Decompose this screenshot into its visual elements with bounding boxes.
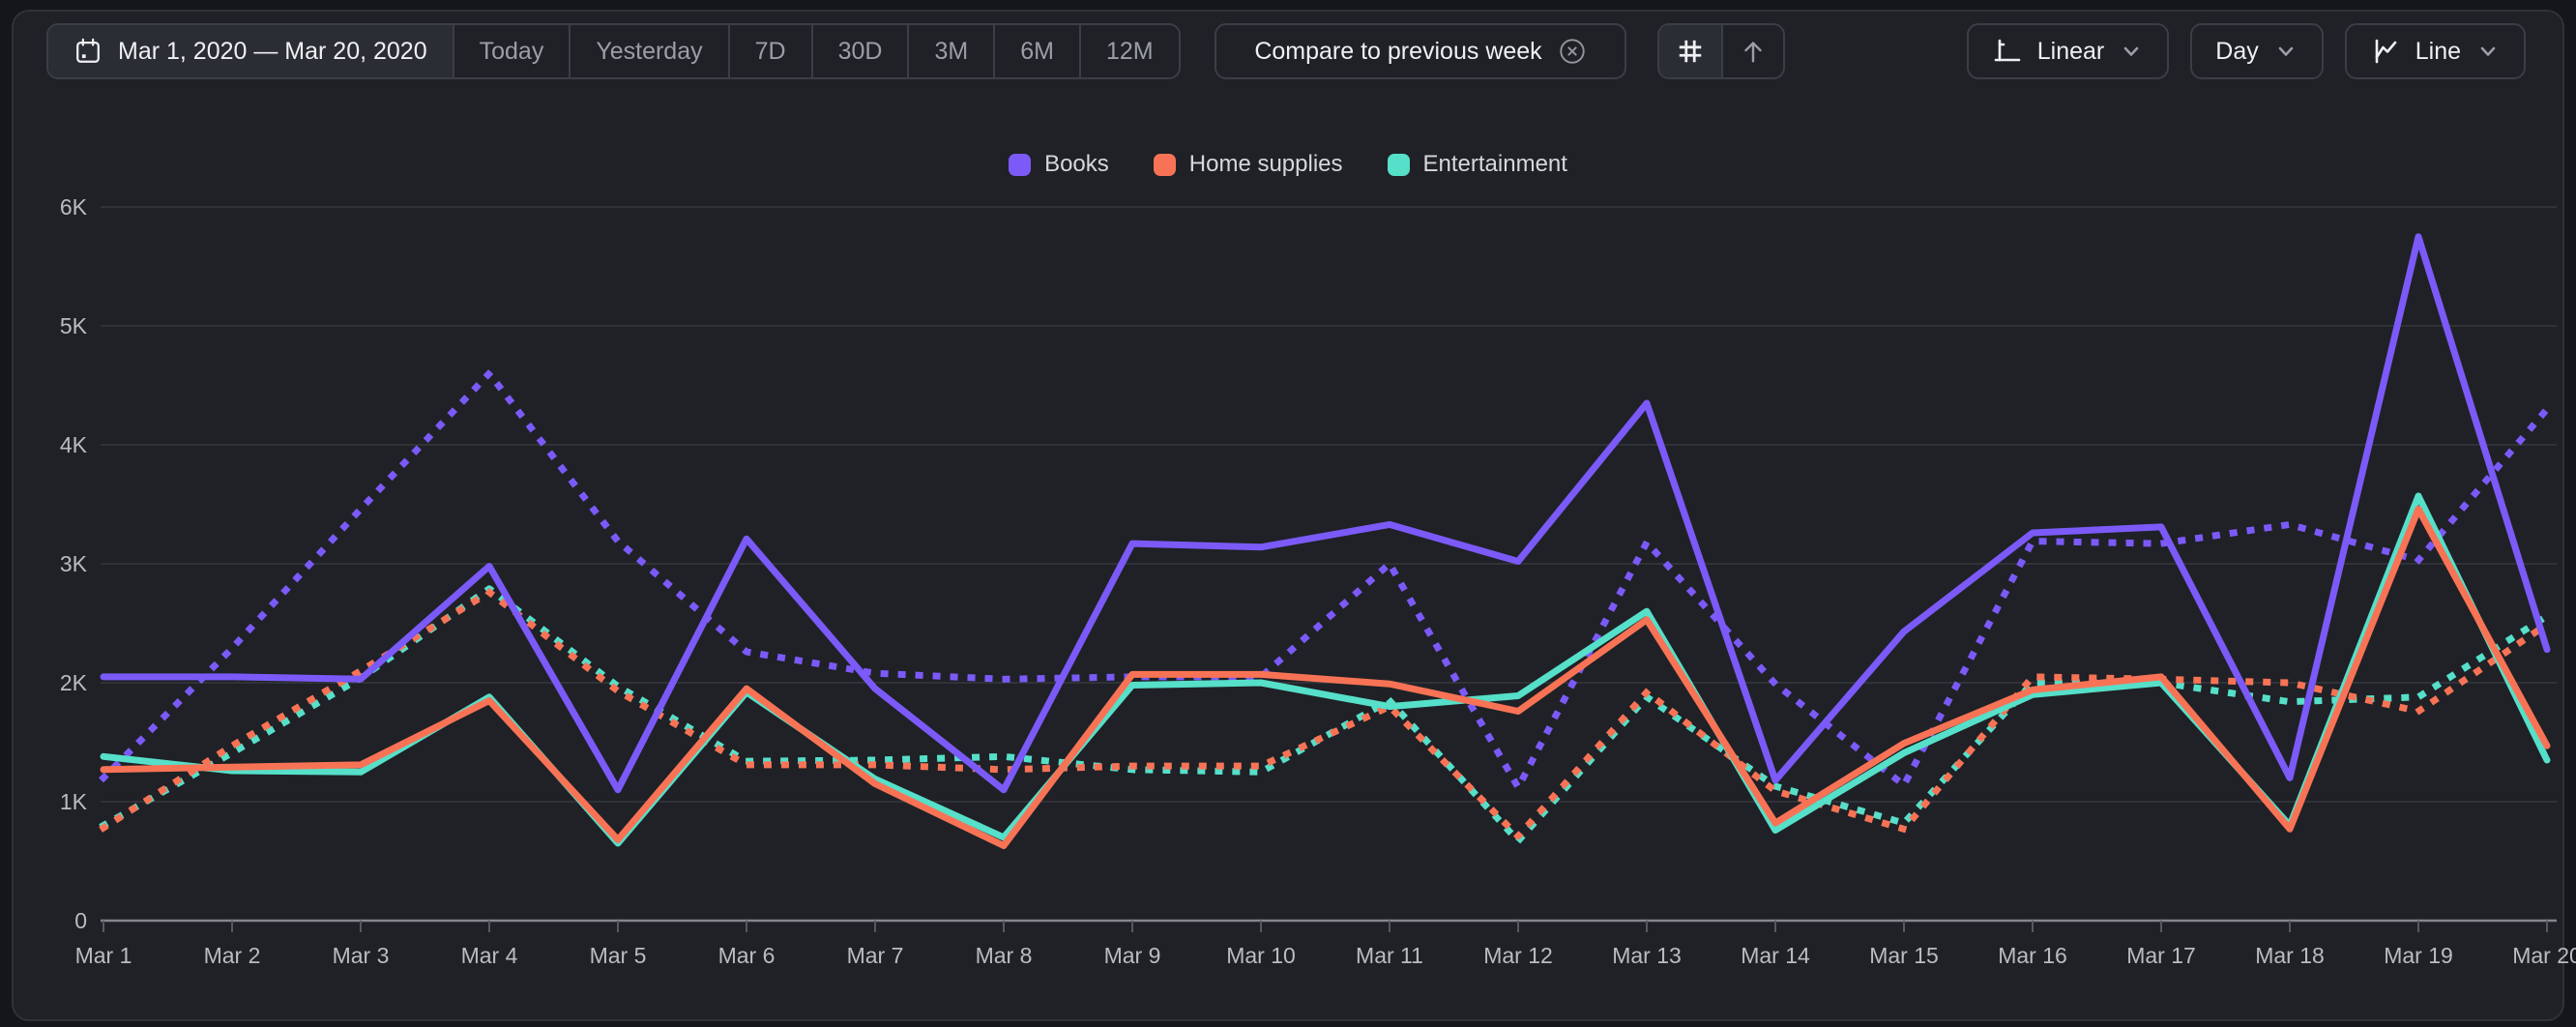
- chevron-down-icon: [2273, 39, 2298, 64]
- date-range-button[interactable]: Mar 1, 2020 — Mar 20, 2020: [48, 25, 453, 77]
- chevron-down-icon: [2475, 39, 2501, 64]
- chart-type-dropdown[interactable]: Line: [2345, 23, 2526, 79]
- dismiss-circle-icon[interactable]: [1558, 37, 1587, 66]
- preset-3m[interactable]: 3M: [907, 25, 993, 77]
- display-toggle-group: [1657, 23, 1785, 79]
- preset-yesterday[interactable]: Yesterday: [569, 25, 727, 77]
- legend-item-entertainment[interactable]: Entertainment: [1388, 151, 1567, 178]
- grid-toggle-button[interactable]: [1659, 25, 1721, 77]
- grid-icon: [1676, 37, 1705, 66]
- line-chart-icon: [2370, 36, 2401, 67]
- entertainment-swatch: [1388, 154, 1410, 176]
- home-supplies-swatch: [1154, 154, 1176, 176]
- legend-item-books[interactable]: Books: [1009, 151, 1109, 178]
- legend-label: Entertainment: [1423, 151, 1567, 178]
- preset-30d[interactable]: 30D: [811, 25, 908, 77]
- date-range-label: Mar 1, 2020 — Mar 20, 2020: [118, 38, 427, 66]
- compare-chip[interactable]: Compare to previous week: [1215, 23, 1626, 79]
- chart-type-dropdown-label: Line: [2415, 38, 2461, 66]
- granularity-dropdown[interactable]: Day: [2190, 23, 2323, 79]
- legend-item-home-supplies[interactable]: Home supplies: [1154, 151, 1343, 178]
- date-range-control: Mar 1, 2020 — Mar 20, 2020 Today Yesterd…: [46, 23, 1181, 79]
- chart-legend: Books Home supplies Entertainment: [0, 151, 2576, 178]
- granularity-dropdown-label: Day: [2215, 38, 2258, 66]
- scale-dropdown-label: Linear: [2037, 38, 2105, 66]
- calendar-icon: [73, 37, 102, 66]
- legend-label: Books: [1044, 151, 1109, 178]
- toolbar: Mar 1, 2020 — Mar 20, 2020 Today Yesterd…: [0, 23, 2576, 79]
- preset-today[interactable]: Today: [453, 25, 570, 77]
- axis-icon: [1992, 36, 2023, 67]
- legend-label: Home supplies: [1189, 151, 1343, 178]
- compare-chip-label: Compare to previous week: [1254, 38, 1541, 66]
- chevron-down-icon: [2119, 39, 2144, 64]
- chart-settings: Linear Day Line: [1967, 23, 2526, 79]
- preset-6m[interactable]: 6M: [993, 25, 1079, 77]
- export-button[interactable]: [1721, 25, 1783, 77]
- preset-12m[interactable]: 12M: [1079, 25, 1179, 77]
- arrow-up-icon: [1739, 37, 1768, 66]
- scale-dropdown[interactable]: Linear: [1967, 23, 2170, 79]
- books-swatch: [1009, 154, 1031, 176]
- preset-7d[interactable]: 7D: [728, 25, 811, 77]
